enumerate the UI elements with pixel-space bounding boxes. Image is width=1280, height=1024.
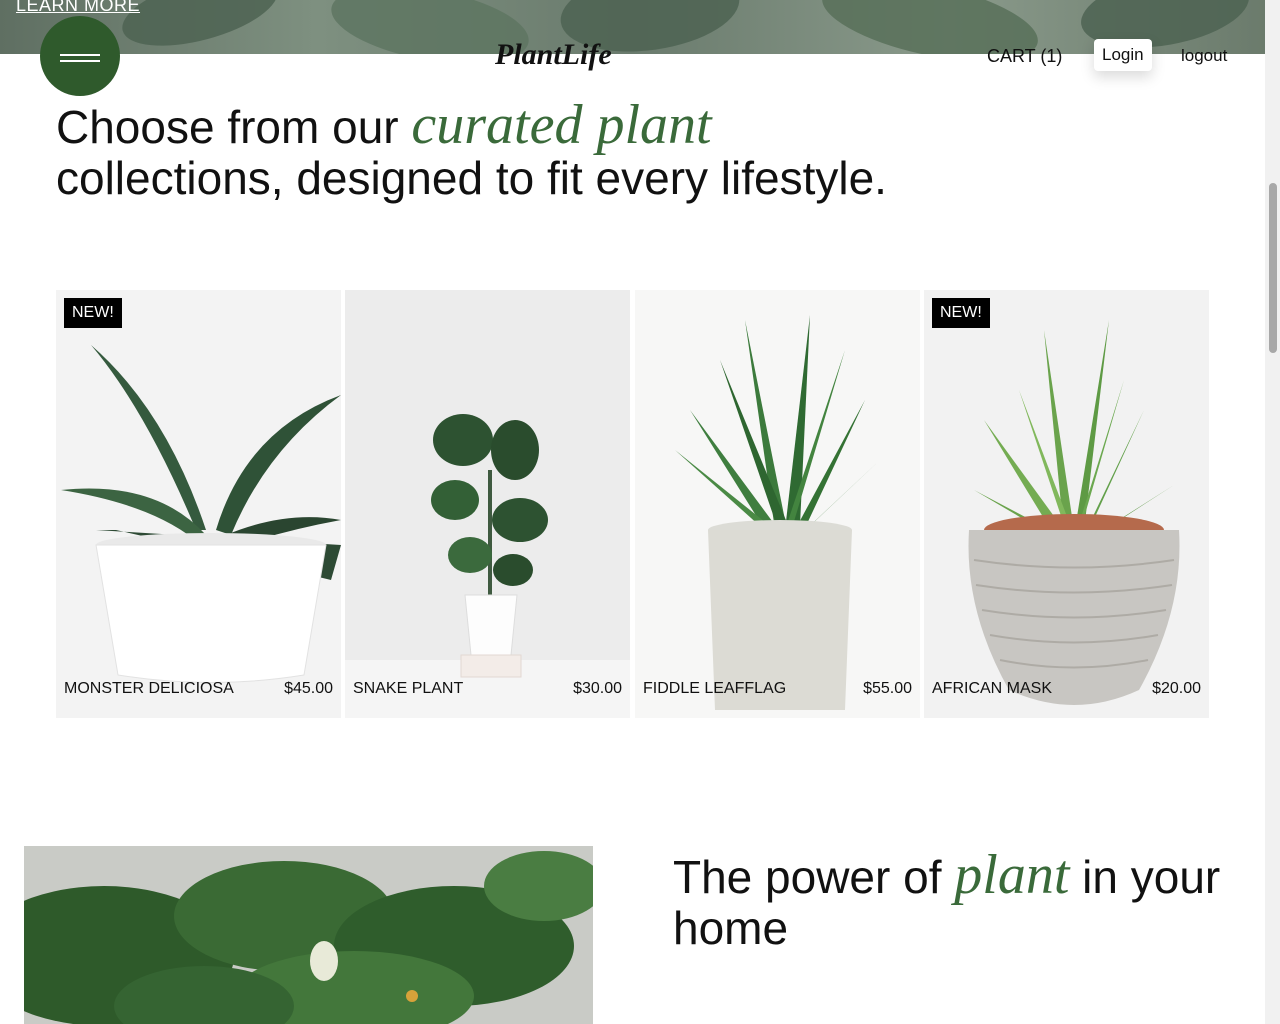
- hero-banner: LEARN MORE: [0, 0, 1265, 54]
- feature-heading: The power of plant in your home: [673, 847, 1233, 954]
- product-name: SNAKE PLANT: [353, 680, 464, 697]
- product-card[interactable]: NEW! AFRICAN MASK $20.00: [924, 290, 1209, 718]
- new-badge: NEW!: [64, 298, 122, 328]
- product-card[interactable]: FIDDLE LEAFFLAG $55.00: [635, 290, 920, 718]
- product-image: [61, 345, 341, 683]
- heading-text: collections, designed to fit every lifes…: [56, 152, 887, 204]
- login-button[interactable]: Login: [1094, 39, 1152, 71]
- product-image: [968, 320, 1180, 705]
- product-card[interactable]: NEW! MONSTER DELICIOSA $45.00: [56, 290, 341, 718]
- product-price: $45.00: [284, 680, 333, 697]
- heading-accent: plant: [954, 844, 1070, 906]
- product-image: [675, 315, 880, 710]
- leaf-shape: [114, 0, 286, 54]
- menu-button[interactable]: [40, 16, 120, 96]
- product-price: $20.00: [1152, 680, 1201, 697]
- product-card[interactable]: SNAKE PLANT $30.00: [345, 290, 630, 718]
- heading-text: The power of: [673, 851, 955, 903]
- product-name: FIDDLE LEAFFLAG: [643, 680, 787, 697]
- learn-more-link[interactable]: LEARN MORE: [16, 0, 140, 16]
- hamburger-icon: [60, 60, 100, 62]
- product-name: AFRICAN MASK: [932, 680, 1053, 697]
- product-price: $30.00: [573, 680, 622, 697]
- brand-logo[interactable]: PlantLife: [495, 38, 612, 72]
- product-image: [345, 414, 630, 718]
- product-grid: NEW! MONSTER DELICIOSA $45.00 SNAKE PLAN…: [56, 290, 1209, 718]
- collections-heading: Choose from our curated plant collection…: [56, 97, 1156, 204]
- hamburger-icon: [60, 54, 100, 56]
- logout-link[interactable]: logout: [1181, 46, 1227, 66]
- cart-link[interactable]: CART (1): [987, 46, 1062, 67]
- feature-image: [24, 846, 593, 1024]
- page-scrollbar[interactable]: [1265, 0, 1280, 1024]
- product-name: MONSTER DELICIOSA: [64, 680, 234, 697]
- product-price: $55.00: [863, 680, 912, 697]
- heading-text: Choose from our: [56, 101, 412, 153]
- scrollbar-thumb[interactable]: [1269, 183, 1277, 353]
- heading-accent: curated plant: [411, 94, 712, 156]
- new-badge: NEW!: [932, 298, 990, 328]
